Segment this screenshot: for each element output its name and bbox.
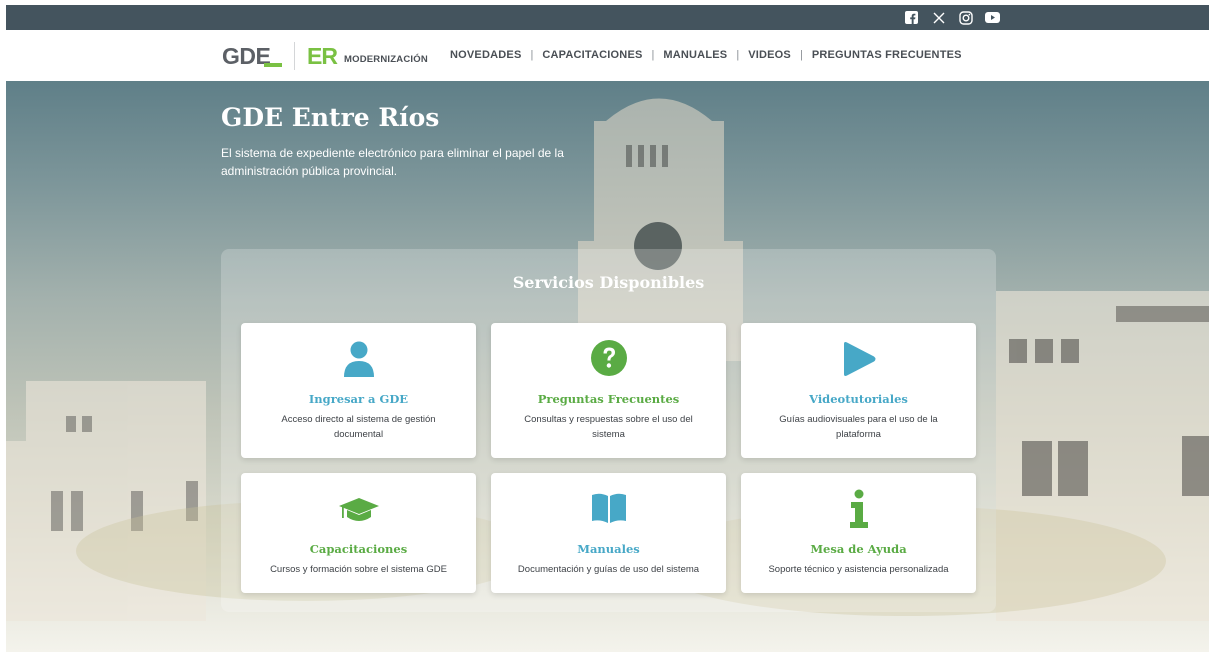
info-icon <box>741 489 976 529</box>
nav-separator: | <box>651 49 655 61</box>
nav-item-preguntas-frecuentes[interactable]: PREGUNTAS FRECUENTES <box>812 49 962 61</box>
top-social-bar <box>6 5 1209 30</box>
service-card-videotutoriales[interactable]: Videotutoriales Guías audiovisuales para… <box>741 323 976 458</box>
hero-section: GDE Entre Ríos El sistema de expediente … <box>6 81 1209 652</box>
nav-menu: NOVEDADES | CAPACITACIONES | MANUALES | … <box>450 49 962 61</box>
graduation-cap-icon <box>241 497 476 523</box>
logo-divider <box>294 42 295 70</box>
card-title: Preguntas Frecuentes <box>537 392 680 406</box>
logo-modernizacion-text: MODERNIZACIÓN <box>344 54 428 65</box>
social-links <box>904 5 1000 30</box>
nav-separator: | <box>530 49 534 61</box>
card-title: Capacitaciones <box>309 542 408 556</box>
service-card-preguntas-frecuentes[interactable]: Preguntas Frecuentes Consultas y respues… <box>491 323 726 458</box>
nav-item-videos[interactable]: VIDEOS <box>748 49 791 61</box>
user-icon <box>241 341 476 377</box>
instagram-icon[interactable] <box>958 10 973 25</box>
nav-separator: | <box>736 49 740 61</box>
service-card-capacitaciones[interactable]: Capacitaciones Cursos y formación sobre … <box>241 473 476 593</box>
card-description: Acceso directo al sistema de gestión doc… <box>281 414 436 440</box>
card-description: Cursos y formación sobre el sistema GDE <box>270 564 447 575</box>
service-card-mesa-de-ayuda[interactable]: Mesa de Ayuda Soporte técnico y asistenc… <box>741 473 976 593</box>
nav-item-novedades[interactable]: NOVEDADES <box>450 49 521 61</box>
card-description: Documentación y guías de uso del sistema <box>517 564 700 575</box>
services-panel: Servicios Disponibles Ingresar a GDE Acc… <box>221 249 996 612</box>
card-description: Soporte técnico y asistencia personaliza… <box>768 564 949 575</box>
question-circle-icon <box>491 339 726 377</box>
services-title: Servicios Disponibles <box>512 273 705 292</box>
card-description: Guías audiovisuales para el uso de la pl… <box>779 414 938 440</box>
service-card-ingresar-gde[interactable]: Ingresar a GDE Acceso directo al sistema… <box>241 323 476 458</box>
logo-er-text: ER <box>307 43 338 69</box>
nav-item-capacitaciones[interactable]: CAPACITACIONES <box>542 49 642 61</box>
hero-subtitle: El sistema de expediente electrónico par… <box>221 146 564 178</box>
nav-item-manuales[interactable]: MANUALES <box>663 49 727 61</box>
logo-gde-underscore <box>264 63 282 67</box>
card-description: Consultas y respuestas sobre el uso del … <box>524 414 693 440</box>
youtube-icon[interactable] <box>985 10 1000 25</box>
book-icon <box>491 493 726 523</box>
play-icon <box>741 341 976 377</box>
x-icon[interactable] <box>931 10 946 25</box>
main-navbar: GDE ER MODERNIZACIÓN NOVEDADES | CAPACIT… <box>6 30 1209 81</box>
hero-title: GDE Entre Ríos <box>221 103 440 132</box>
card-title: Ingresar a GDE <box>308 392 409 406</box>
card-title: Mesa de Ayuda <box>810 542 907 556</box>
card-title: Manuales <box>577 542 640 556</box>
nav-separator: | <box>799 49 803 61</box>
service-card-manuales[interactable]: Manuales Documentación y guías de uso de… <box>491 473 726 593</box>
facebook-icon[interactable] <box>904 10 919 25</box>
card-title: Videotutoriales <box>809 392 908 406</box>
